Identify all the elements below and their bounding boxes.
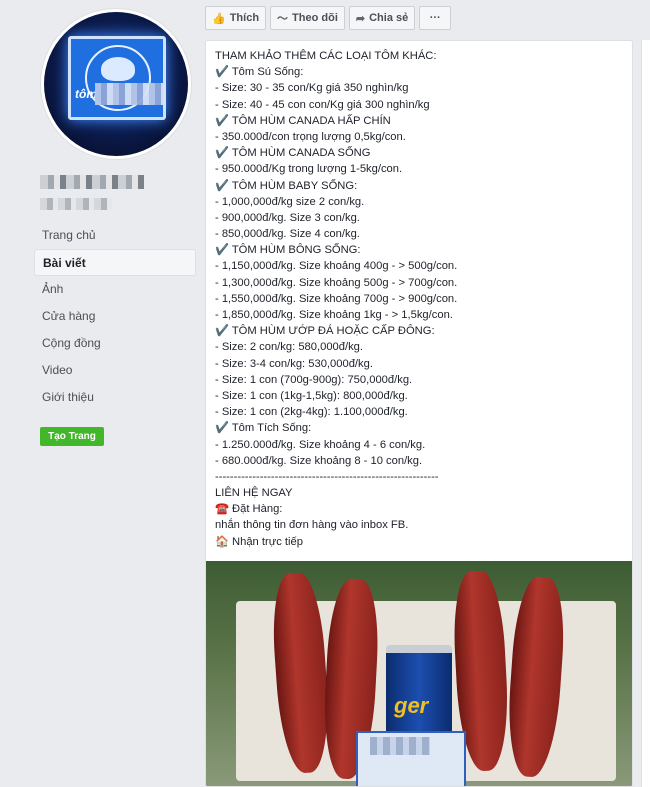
more-icon: ··· <box>429 12 441 24</box>
like-label: Thích <box>229 12 260 24</box>
post-line: - Size: 3-4 con/kg: 530,000đ/kg. <box>215 357 373 370</box>
left-column: tôm Trang chủ Bài viết Ảnh Cửa hàng Cộng… <box>0 0 200 787</box>
post-line: ✔️ TÔM HÙM CANADA HẤP CHÍN <box>215 114 391 127</box>
post-line: - Size: 30 - 35 con/Kg giá 350 nghìn/kg <box>215 82 409 95</box>
page-action-bar: 👍 Thích 〜 Theo dõi ➦ Chia sẻ ··· <box>205 6 452 32</box>
more-options-button[interactable]: ··· <box>419 6 452 30</box>
post-line: - 350.000đ/con trọng lượng 0,5kg/con. <box>215 130 406 143</box>
page-handle-blurred <box>40 198 112 210</box>
post-line: THAM KHẢO THÊM CÁC LOẠI TÔM KHÁC: <box>215 50 437 62</box>
post-line: - 1,300,000đ/kg. Size khoảng 500g - > 70… <box>215 276 458 289</box>
product-box-image <box>356 731 466 786</box>
like-button[interactable]: 👍 Thích <box>205 6 267 30</box>
sign-brand: tôm <box>75 87 97 101</box>
post-line: - 680.000đ/kg. Size khoảng 8 - 10 con/kg… <box>215 454 423 467</box>
box-blur <box>370 737 430 755</box>
post-line: - Size: 1 con (1kg-1,5kg): 800,000đ/kg. <box>215 389 408 402</box>
crab-icon <box>101 57 135 81</box>
nav-community[interactable]: Cộng đồng <box>34 330 196 357</box>
nav-about[interactable]: Giới thiệu <box>34 384 196 411</box>
avatar-image: tôm <box>44 12 188 156</box>
post-line: ✔️ TÔM HÙM BABY SỐNG: <box>215 179 358 192</box>
post-line: - 1,550,000đ/kg. Size khoảng 700g - > 90… <box>215 292 458 305</box>
page-avatar[interactable]: tôm <box>40 8 192 160</box>
follow-button[interactable]: 〜 Theo dõi <box>270 6 345 30</box>
post-line: - 1,850,000đ/kg. Size khoảng 1kg - > 1,5… <box>215 309 453 321</box>
post-line: ☎️ Đặt Hàng: <box>215 503 283 516</box>
post-line: - 1,000,000đ/kg size 2 con/kg. <box>215 195 365 208</box>
post-line: - Size: 1 con (2kg-4kg): 1.100,000đ/kg. <box>215 406 408 419</box>
post-line: LIÊN HỆ NGAY <box>215 487 293 500</box>
right-column-peek <box>641 40 650 787</box>
post-line: ----------------------------------------… <box>215 470 439 483</box>
post-photo[interactable]: ger <box>206 561 632 786</box>
nav-posts[interactable]: Bài viết <box>34 249 196 276</box>
page-nav: Trang chủ Bài viết Ảnh Cửa hàng Cộng đồn… <box>34 222 196 411</box>
share-button[interactable]: ➦ Chia sẻ <box>348 6 416 30</box>
post-line: nhắn thông tin đơn hàng vào inbox FB. <box>215 519 409 532</box>
nav-shop[interactable]: Cửa hàng <box>34 303 196 330</box>
post-line: - 850,000đ/kg. Size 4 con/kg. <box>215 228 360 241</box>
follow-label: Theo dõi <box>292 12 338 24</box>
post-card: THAM KHẢO THÊM CÁC LOẠI TÔM KHÁC: ✔️ Tôm… <box>205 40 633 787</box>
page-name-blurred <box>40 175 144 189</box>
post-line: ✔️ TÔM HÙM BÔNG SỐNG: <box>215 244 361 257</box>
post-line: ✔️ Tôm Tích Sống: <box>215 422 312 435</box>
nav-home[interactable]: Trang chủ <box>34 222 196 249</box>
post-line: ✔️ Tôm Sú Sống: <box>215 66 304 79</box>
share-label: Chia sẻ <box>369 12 409 24</box>
thumbs-up-icon: 👍 <box>212 12 226 25</box>
rss-icon: 〜 <box>277 13 289 25</box>
post-line: - 900,000đ/kg. Size 3 con/kg. <box>215 211 360 224</box>
post-line: - Size: 2 con/kg: 580,000đ/kg. <box>215 341 364 354</box>
can-brand: ger <box>394 693 429 718</box>
share-arrow-icon: ➦ <box>355 12 366 25</box>
post-line: - 1.250.000đ/kg. Size khoảng 4 - 6 con/k… <box>215 438 426 451</box>
post-line: - Size: 40 - 45 con con/Kg giá 300 nghìn… <box>215 98 430 111</box>
post-line: - 1,150,000đ/kg. Size khoảng 400g - > 50… <box>215 260 458 273</box>
avatar-sign: tôm <box>68 36 166 120</box>
nav-photos[interactable]: Ảnh <box>34 276 196 303</box>
post-line: - 950.000đ/Kg trong lượng 1-5kg/con. <box>215 163 403 176</box>
sign-blur <box>95 83 165 105</box>
post-line: ✔️ TÔM HÙM ƯỚP ĐÁ HOẶC CẤP ĐÔNG: <box>215 325 435 338</box>
create-page-button[interactable]: Tạo Trang <box>40 427 104 446</box>
post-line: 🏠 Nhận trực tiếp <box>215 535 303 548</box>
nav-videos[interactable]: Video <box>34 357 196 384</box>
post-line: - Size: 1 con (700g-900g): 750,000đ/kg. <box>215 373 413 386</box>
post-text: THAM KHẢO THÊM CÁC LOẠI TÔM KHÁC: ✔️ Tôm… <box>206 41 632 550</box>
post-line: ✔️ TÔM HÙM CANADA SỐNG <box>215 147 371 160</box>
